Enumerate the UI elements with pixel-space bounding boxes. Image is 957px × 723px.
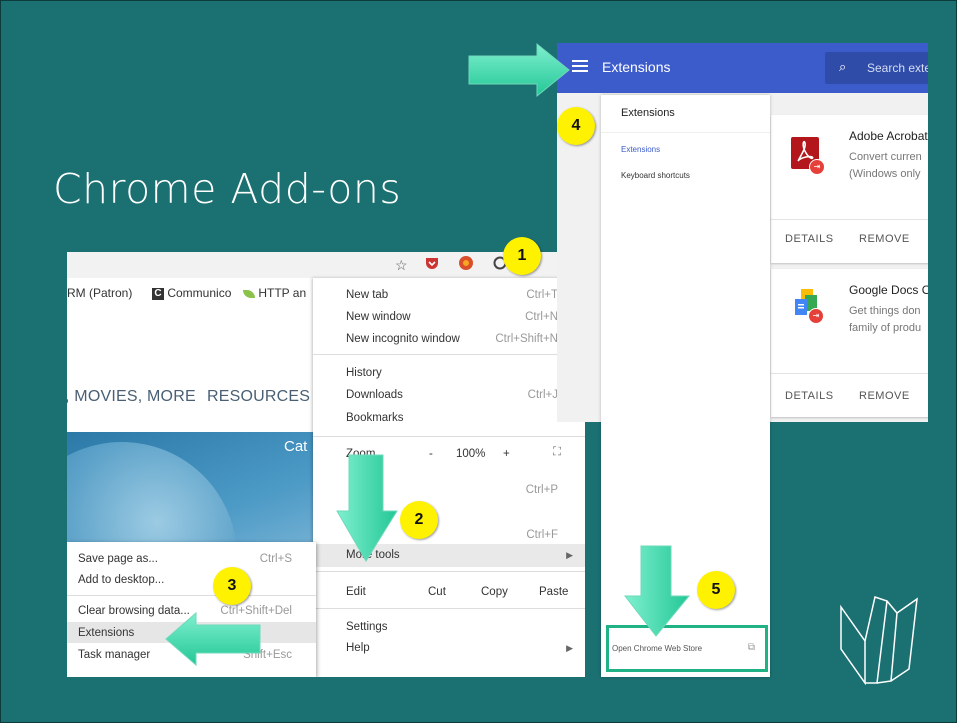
step-badge: 1 bbox=[503, 237, 541, 275]
menu-divider bbox=[313, 608, 585, 609]
books-logo-icon bbox=[840, 596, 918, 685]
details-button[interactable]: DETAILS bbox=[785, 233, 834, 245]
open-web-store-link[interactable]: Open Chrome Web Store bbox=[612, 644, 702, 653]
menu-item-save-page[interactable]: Save page as... bbox=[78, 553, 158, 565]
paste-button[interactable]: Paste bbox=[539, 586, 568, 598]
extensions-header: Extensions ⌕ Search exte bbox=[557, 43, 928, 93]
extension-description: Convert curren (Windows only bbox=[849, 151, 922, 180]
arrow-down-icon bbox=[336, 454, 398, 562]
menu-divider bbox=[67, 595, 316, 596]
zoom-level: 100% bbox=[456, 448, 486, 460]
sidebar-item-extensions[interactable]: Extensions bbox=[621, 145, 660, 154]
chevron-right-icon: ▶ bbox=[566, 643, 573, 653]
menu-item-add-to-desktop[interactable]: Add to desktop... bbox=[78, 574, 164, 586]
menu-item-edit: Edit bbox=[346, 586, 366, 598]
extension-card-adobe: ⇥ Adobe Acrobat Convert curren (Windows o… bbox=[771, 115, 928, 263]
menu-item-task-manager[interactable]: Task manager bbox=[78, 649, 150, 661]
arrow-left-icon bbox=[165, 611, 261, 667]
copy-button[interactable]: Copy bbox=[481, 586, 508, 598]
shortcut-label: Ctrl+Shift+N bbox=[495, 333, 558, 345]
details-button[interactable]: DETAILS bbox=[785, 390, 834, 402]
bookmark-item[interactable]: RM (Patron) bbox=[67, 286, 132, 300]
external-link-icon: ⧉ bbox=[747, 642, 755, 653]
step-badge: 5 bbox=[697, 571, 735, 609]
star-icon[interactable]: ☆ bbox=[395, 256, 408, 274]
shortcut-label: Ctrl+T bbox=[526, 289, 558, 301]
nav-link-resources[interactable]: RESOURCES bbox=[207, 388, 310, 406]
card-divider bbox=[771, 373, 928, 374]
menu-item-history[interactable]: History bbox=[346, 367, 382, 379]
adobe-acrobat-icon: ⇥ bbox=[791, 137, 825, 175]
step-badge: 2 bbox=[400, 501, 438, 539]
chevron-right-icon: ▶ bbox=[566, 550, 573, 560]
menu-item-settings[interactable]: Settings bbox=[346, 621, 388, 633]
fullscreen-icon[interactable]: ⛶ bbox=[553, 446, 561, 459]
zoom-out-button[interactable]: - bbox=[429, 448, 433, 460]
google-docs-icon: ⇥ bbox=[791, 289, 824, 324]
bookmark-item[interactable]: C Communico bbox=[152, 286, 231, 300]
hamburger-menu-icon[interactable] bbox=[572, 60, 588, 72]
shortcut-label: Ctrl+F bbox=[526, 529, 558, 541]
search-icon: ⌕ bbox=[839, 59, 847, 74]
leaf-icon bbox=[243, 289, 255, 298]
menu-divider bbox=[313, 571, 585, 572]
menu-item-extensions[interactable]: Extensions bbox=[78, 627, 134, 639]
hero-text: Cat bbox=[284, 438, 308, 455]
shortcut-label: Ctrl+S bbox=[259, 553, 292, 565]
extension-description: Get things don family of produ bbox=[849, 305, 922, 334]
sidebar-divider bbox=[601, 132, 770, 133]
menu-divider bbox=[313, 436, 585, 437]
menu-item-downloads[interactable]: Downloads bbox=[346, 389, 403, 401]
menu-item-bookmarks[interactable]: Bookmarks bbox=[346, 412, 404, 424]
sidebar-heading: Extensions bbox=[621, 107, 675, 119]
remove-button[interactable]: REMOVE bbox=[859, 390, 910, 402]
remove-button[interactable]: REMOVE bbox=[859, 233, 910, 245]
menu-item-incognito[interactable]: New incognito window bbox=[346, 333, 460, 345]
bookmark-item[interactable]: HTTP an bbox=[243, 286, 306, 300]
slide: ☆ ⋮ RM (Patron) C Communico HTTP an , bbox=[0, 0, 957, 723]
step-badge: 3 bbox=[213, 567, 251, 605]
card-divider bbox=[771, 219, 928, 220]
arrow-down-icon bbox=[623, 545, 691, 637]
extensions-header-title: Extensions bbox=[602, 59, 671, 75]
search-input[interactable]: Search exte bbox=[867, 61, 928, 75]
badge-icon: ⇥ bbox=[808, 308, 824, 324]
extension-card-google-docs: ⇥ Google Docs O Get things don family of … bbox=[771, 269, 928, 417]
arrow-right-icon bbox=[468, 42, 570, 98]
lastpass-icon[interactable] bbox=[459, 256, 473, 274]
shortcut-label: Ctrl+P bbox=[525, 484, 558, 496]
chrome-window-screenshot: ☆ ⋮ RM (Patron) C Communico HTTP an , bbox=[67, 252, 585, 677]
shortcut-label: Ctrl+J bbox=[527, 389, 558, 401]
badge-icon: ⇥ bbox=[809, 159, 825, 175]
menu-item-new-window[interactable]: New window bbox=[346, 311, 411, 323]
step-badge: 4 bbox=[557, 107, 595, 145]
bookmark-label: HTTP an bbox=[258, 286, 307, 300]
cut-button[interactable]: Cut bbox=[428, 586, 446, 598]
menu-divider bbox=[313, 354, 585, 355]
extension-name: Google Docs O bbox=[849, 283, 928, 297]
shortcut-label: Ctrl+N bbox=[525, 311, 558, 323]
sidebar-item-keyboard-shortcuts[interactable]: Keyboard shortcuts bbox=[621, 171, 690, 180]
communico-icon: C bbox=[152, 287, 164, 300]
pocket-icon[interactable] bbox=[425, 256, 439, 274]
zoom-in-button[interactable]: + bbox=[503, 448, 510, 460]
bookmark-label: Communico bbox=[167, 286, 232, 300]
menu-item-help[interactable]: Help bbox=[346, 642, 370, 654]
slide-title: Chrome Add-ons bbox=[53, 165, 402, 213]
extensions-search[interactable]: ⌕ Search exte bbox=[825, 52, 928, 84]
extension-name: Adobe Acrobat bbox=[849, 129, 928, 143]
menu-item-new-tab[interactable]: New tab bbox=[346, 289, 388, 301]
nav-link-movies[interactable]: , MOVIES, MORE bbox=[67, 388, 196, 406]
